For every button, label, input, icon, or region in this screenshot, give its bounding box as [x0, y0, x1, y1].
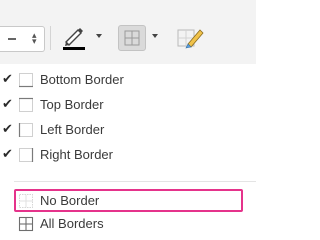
checkmark-icon: ✔	[2, 71, 13, 86]
pen-color-button[interactable]	[58, 24, 110, 52]
border-left-icon	[18, 123, 33, 137]
pen-color-icon	[63, 28, 85, 50]
menu-item-label: Bottom Border	[40, 72, 124, 87]
menu-item-label: Right Border	[40, 147, 113, 162]
border-options-menu: ✔ Bottom Border ✔ Top Border ✔ Left Bord…	[0, 64, 256, 240]
menu-item-top-border[interactable]: ✔ Top Border	[0, 93, 256, 117]
menu-divider	[14, 181, 256, 182]
menu-item-label: Left Border	[40, 122, 105, 137]
toolbar-divider	[50, 26, 51, 50]
menu-item-right-border[interactable]: ✔ Right Border	[0, 143, 256, 167]
formatting-toolbar: ▴ ▾	[0, 0, 256, 65]
menu-item-bottom-border[interactable]: ✔ Bottom Border	[0, 68, 256, 92]
eraser-icon	[177, 29, 204, 49]
checkmark-icon: ✔	[2, 146, 13, 161]
border-all-icon	[18, 216, 34, 232]
menu-item-all-borders[interactable]: All Borders	[0, 212, 256, 236]
line-dash-icon	[8, 38, 16, 40]
eraser-button[interactable]	[174, 24, 206, 52]
checkmark-icon: ✔	[2, 121, 13, 136]
borders-grid-icon	[118, 25, 146, 51]
selection-highlight-box	[14, 189, 243, 212]
menu-item-label: All Borders	[40, 216, 104, 231]
menu-item-left-border[interactable]: ✔ Left Border	[0, 118, 256, 142]
border-right-icon	[19, 148, 34, 162]
line-style-dropdown[interactable]: ▴ ▾	[0, 26, 45, 52]
chevron-down-icon[interactable]	[96, 34, 102, 38]
dropdown-arrows-icon: ▴ ▾	[32, 30, 37, 46]
chevron-down-icon[interactable]	[152, 34, 158, 38]
border-top-icon	[19, 97, 33, 112]
menu-item-label: Top Border	[40, 97, 104, 112]
checkmark-icon: ✔	[2, 96, 13, 111]
border-bottom-icon	[19, 73, 33, 88]
borders-button[interactable]	[114, 24, 166, 52]
border-menu-screenshot: ▴ ▾ ✔ Bottom Border ✔ Top Border ✔ Left …	[0, 0, 256, 240]
